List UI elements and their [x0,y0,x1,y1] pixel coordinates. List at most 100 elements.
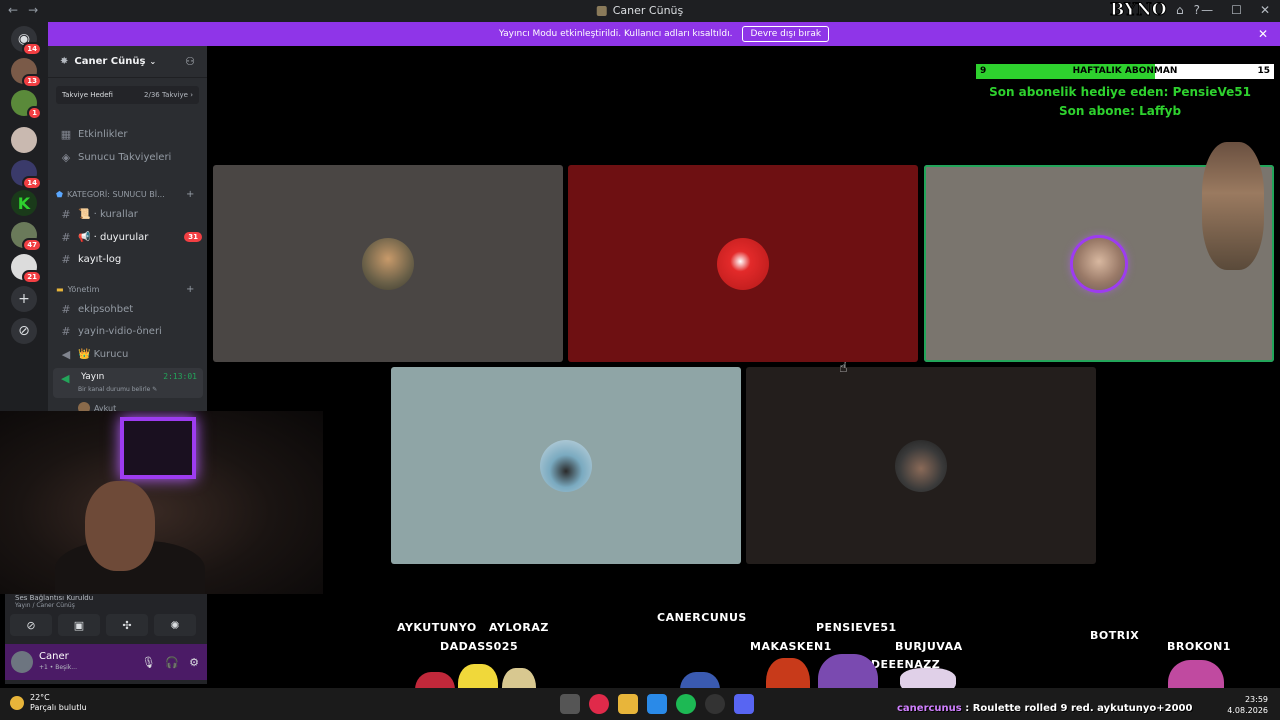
streamer-mode-banner: Yayıncı Modu etkinleştirildi. Kullanıcı … [48,22,1280,46]
roulette-separator: : [961,703,973,714]
kick-server-icon[interactable]: K [11,190,37,216]
hash-icon: # [61,324,71,338]
boost-goal[interactable]: Takviye Hedefi 2/36 Takviye › [56,86,199,104]
participant-tile[interactable] [568,165,918,362]
channel-label: yayin-vidio-öneri [78,325,162,337]
username-text: Caner [39,651,69,662]
events-item[interactable]: ▦ Etkinlikler [56,124,202,144]
music-app-icon[interactable] [589,694,609,714]
settings-gear-icon[interactable]: ⚙ [189,656,199,669]
chatter-name: PENSIEVE51 [816,621,897,634]
server-icon[interactable]: 13 [11,58,42,88]
server-name: Caner Cünüş [74,56,146,67]
app-icon[interactable] [705,694,725,714]
channel-duyurular[interactable]: # 📢 · duyurular 31 [56,227,202,247]
banner-message: Yayıncı Modu etkinleştirildi. Kullanıcı … [498,29,733,39]
app-icon[interactable] [647,694,667,714]
server-icon[interactable]: 1 [11,90,42,120]
boost-icon: ◈ [61,150,71,164]
close-window-button[interactable]: ✕ [1260,3,1270,17]
avatar [362,237,414,290]
invite-people-icon[interactable]: ⚇ [185,55,195,68]
weather-widget[interactable]: 22°C Parçalı bulutlu [10,693,87,713]
discord-home-icon[interactable]: ◉ 14 [11,26,42,56]
category-header[interactable]: ▬ Yönetim + [56,284,194,295]
category-label: KATEGORİ: SUNUCU Bİ... [66,190,165,199]
username[interactable]: Caner +1 • Beşik... [39,651,77,673]
events-label: Etkinlikler [78,128,128,140]
server-icon[interactable]: 21 [11,254,42,284]
spotify-icon[interactable] [676,694,696,714]
server-header[interactable]: ✸ Caner Cünüş ⌄ ⚇ [48,46,207,78]
avatar [540,439,592,492]
discover-icon[interactable]: ⊘ [11,318,37,344]
window-controls: — ☐ ✕ [1201,3,1270,17]
category-header[interactable]: ⬟ KATEGORİ: SUNUCU Bİ... + [56,189,194,200]
back-arrow-icon[interactable]: ← [8,3,18,17]
channel-label: ekipsohbet [78,303,134,315]
voice-connected-label: Ses Bağlantısı Kuruldu [15,594,94,602]
streamer-webcam [0,411,323,594]
camera-off-button[interactable]: ⊘ [10,614,52,636]
clock-date: 4.08.2026 [1227,706,1268,715]
server-icon-active[interactable]: 47 [11,222,42,252]
headphones-icon[interactable]: 🎧 [165,656,179,669]
server-badge-icon: ✸ [60,56,69,67]
soundboard-button[interactable]: ✺ [154,614,196,636]
screen-share-button[interactable]: ▣ [58,614,100,636]
hash-icon: # [61,230,71,244]
chatter-name: AYKUTUNYO [397,621,477,634]
inbox-icon[interactable]: ⌂ [1176,3,1184,17]
channel-ekipsohbet[interactable]: # ekipsohbet [56,299,202,319]
participant-tile[interactable] [746,367,1096,564]
disable-streamer-mode-button[interactable]: Devre dışı bırak [742,26,830,42]
channel-kayit-log[interactable]: # kayıt-log [56,249,202,269]
create-channel-icon[interactable]: + [186,284,194,295]
hash-icon: # [61,207,71,221]
mention-badge: 31 [184,232,202,242]
file-explorer-icon[interactable] [618,694,638,714]
last-sub: Son abone: Laffyb [1058,104,1182,118]
user-info: Caner +1 • Beşik... 🎙 🎧 ⚙ [5,644,207,680]
minimize-button[interactable]: — [1201,3,1213,17]
maximize-button[interactable]: ☐ [1231,3,1242,17]
discord-icon[interactable] [734,694,754,714]
microphone-icon[interactable]: 🎙 [141,656,155,669]
partly-cloudy-icon [10,696,24,710]
unread-badge: 1 [27,106,42,120]
channel-yayin-vidio-oneri[interactable]: # yayin-vidio-öneri [56,321,202,341]
unread-badge: 21 [22,270,42,284]
unread-badge: 47 [22,238,42,252]
voice-channel-yayin[interactable]: ◀ Yayın 2:13:01 Bir kanal durumu belirle… [53,368,203,398]
add-server-icon[interactable]: + [11,286,37,312]
boost-goal-label: Takviye Hedefi [62,91,113,99]
server-icon[interactable]: 14 [11,160,42,190]
channel-label: 📜 · kurallar [78,208,138,220]
channel-label: 👑 Kurucu [78,348,129,360]
participant-tile[interactable] [391,367,741,564]
create-channel-icon[interactable]: + [186,189,194,200]
titlebar-tools: ⌂ ? [1176,3,1200,17]
user-controls: 🎙 🎧 ⚙ [141,656,199,669]
participant-tile[interactable] [213,165,563,362]
forward-arrow-icon[interactable]: → [28,3,38,17]
help-icon[interactable]: ? [1194,3,1200,17]
server-boosts-item[interactable]: ◈ Sunucu Takviyeleri [56,147,202,167]
voice-status[interactable]: Bir kanal durumu belirle ✎ [78,386,157,393]
server-icon[interactable] [11,127,37,153]
history-nav: ← → [8,3,38,17]
webcam-person-head [85,481,155,571]
avatar[interactable] [11,651,33,673]
last-gift-sub: Son abonelik hediye eden: PensieVe51 [989,85,1251,99]
hash-icon: # [61,302,71,316]
channel-kurallar[interactable]: # 📜 · kurallar [56,204,202,224]
voice-connected-channel[interactable]: Yayın / Caner Cünüş [15,602,75,609]
channel-kurucu[interactable]: ◀ 👑 Kurucu [56,344,202,364]
weather-desc: Parçalı bulutlu [30,703,87,712]
chatter-name: BROKON1 [1167,640,1231,653]
close-banner-icon[interactable]: ✕ [1258,27,1268,41]
app-icon[interactable] [560,694,580,714]
unread-badge: 13 [22,74,42,88]
activities-button[interactable]: ✣ [106,614,148,636]
system-clock[interactable]: 23:59 4.08.2026 [1227,694,1268,716]
